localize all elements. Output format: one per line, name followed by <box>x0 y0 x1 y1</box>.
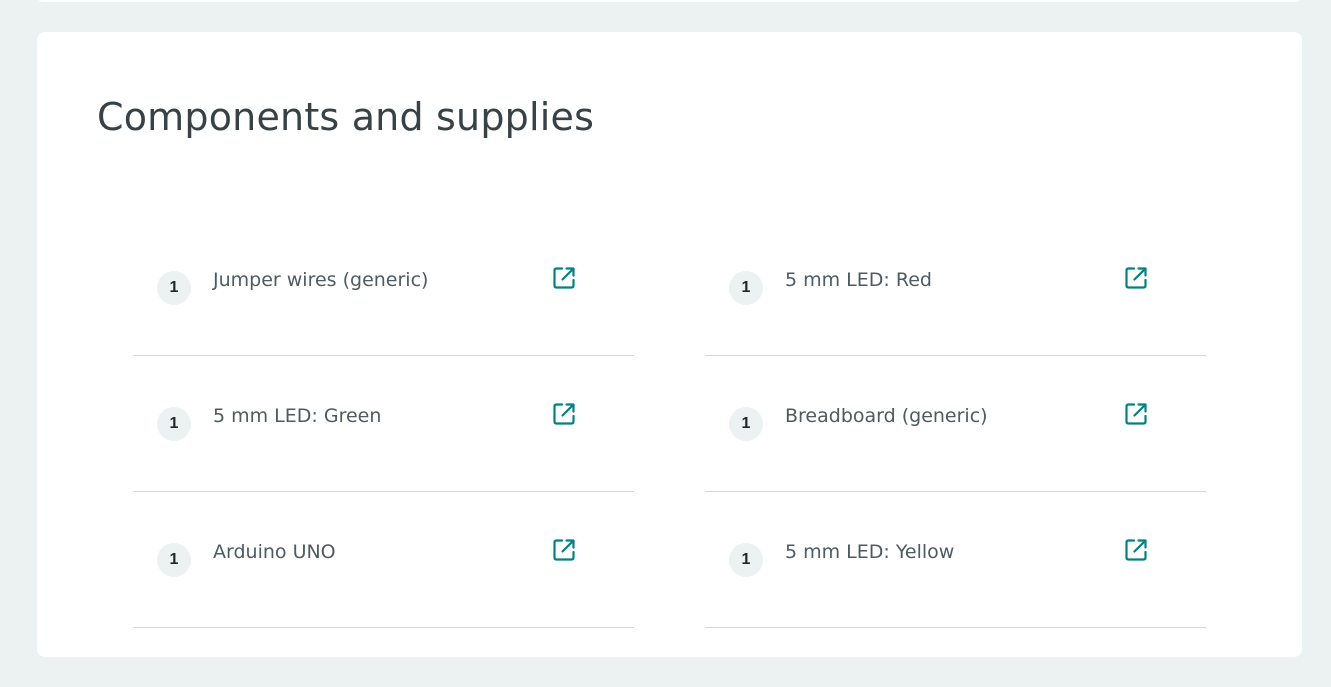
component-name: 5 mm LED: Yellow <box>785 540 955 563</box>
component-item: 1 5 mm LED: Yellow <box>705 492 1206 628</box>
component-item: 1 Arduino UNO <box>133 492 634 628</box>
component-item: 1 5 mm LED: Green <box>133 356 634 492</box>
components-and-supplies-card: Components and supplies 1 Jumper wires (… <box>37 32 1302 657</box>
quantity-badge: 1 <box>157 406 191 441</box>
external-link-icon[interactable] <box>551 265 577 291</box>
component-item: 1 Breadboard (generic) <box>705 356 1206 492</box>
external-link-icon[interactable] <box>1123 401 1149 427</box>
section-title: Components and supplies <box>97 95 595 139</box>
external-link-icon[interactable] <box>551 537 577 563</box>
external-link-icon[interactable] <box>1123 537 1149 563</box>
external-link-icon[interactable] <box>551 401 577 427</box>
quantity-badge: 1 <box>729 406 763 441</box>
quantity-badge: 1 <box>157 542 191 577</box>
component-item: 1 5 mm LED: Red <box>705 220 1206 356</box>
previous-section-card <box>37 0 1302 2</box>
component-name: Jumper wires (generic) <box>213 268 429 291</box>
component-item: 1 Jumper wires (generic) <box>133 220 634 356</box>
external-link-icon[interactable] <box>1123 265 1149 291</box>
quantity-badge: 1 <box>729 542 763 577</box>
component-name: Arduino UNO <box>213 540 336 563</box>
component-name: Breadboard (generic) <box>785 404 988 427</box>
component-name: 5 mm LED: Red <box>785 268 932 291</box>
component-name: 5 mm LED: Green <box>213 404 382 427</box>
quantity-badge: 1 <box>729 270 763 305</box>
quantity-badge: 1 <box>157 270 191 305</box>
